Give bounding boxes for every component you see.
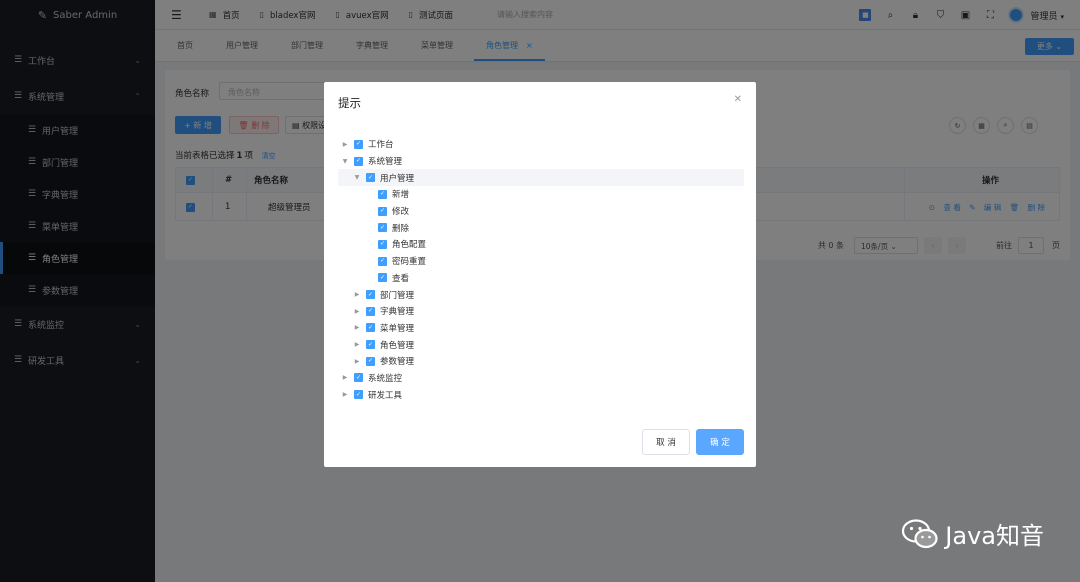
watermark-text: Java知音 [945, 522, 1044, 550]
tree-node-label: 工作台 [368, 140, 394, 151]
caret-right-icon[interactable]: ▶ [352, 341, 362, 348]
permission-tree: ▶ ✓ 工作台 ▼ ✓ 系统管理 ▼ ✓ 用户管理 ▶ ✓ 新增 ▶ ✓ 修改 ▶ ✓ 删除 ▶ ✓ 角色配置 ▶ ✓ 密码重… [338, 136, 744, 403]
tree-node-checkbox[interactable]: ✓ [366, 340, 375, 350]
tree-node-checkbox[interactable]: ✓ [366, 290, 375, 300]
tree-node[interactable]: ▶ ✓ 研发工具 [338, 386, 744, 403]
dialog-footer: 取 消 确 定 [642, 429, 744, 455]
tree-node-label: 角色配置 [392, 240, 427, 251]
confirm-button[interactable]: 确 定 [696, 429, 744, 455]
wechat-icon [902, 518, 938, 548]
tree-node-label: 角色管理 [380, 340, 415, 351]
caret-right-icon[interactable]: ▶ [340, 141, 350, 148]
tree-node-checkbox[interactable]: ✓ [378, 206, 387, 216]
caret-right-icon[interactable]: ▶ [352, 291, 362, 298]
tree-node-label: 用户管理 [380, 173, 415, 184]
tree-node-label: 菜单管理 [380, 323, 415, 334]
dialog-title: 提示 [338, 96, 361, 110]
cancel-button[interactable]: 取 消 [642, 429, 690, 455]
tree-node[interactable]: ▶✓新增 [338, 186, 744, 203]
tree-node[interactable]: ▶ ✓ 角色管理 [338, 336, 744, 353]
tree-node[interactable]: ▶ ✓ 部门管理 [338, 286, 744, 303]
tree-node[interactable]: ▶✓查看 [338, 270, 744, 287]
tree-node[interactable]: ▶✓修改 [338, 203, 744, 220]
tree-node-label: 系统管理 [368, 157, 403, 168]
tree-node[interactable]: ▼ ✓ 系统管理 [338, 153, 744, 170]
tree-node[interactable]: ▼ ✓ 用户管理 [338, 169, 744, 187]
tree-node-label: 研发工具 [368, 390, 403, 401]
tree-node-checkbox[interactable]: ✓ [378, 239, 387, 249]
tree-node[interactable]: ▶✓角色配置 [338, 236, 744, 253]
permission-dialog: 提示 ✕ ▶ ✓ 工作台 ▼ ✓ 系统管理 ▼ ✓ 用户管理 ▶ ✓ 新增 ▶ ✓ 修改 ▶ ✓ 删除 ▶ ✓ 角色配置… [324, 82, 756, 467]
tree-node-label: 修改 [392, 207, 410, 218]
tree-node[interactable]: ▶ ✓ 系统监控 [338, 370, 744, 387]
tree-node[interactable]: ▶✓密码重置 [338, 253, 744, 270]
close-icon[interactable]: ✕ [734, 94, 742, 105]
tree-node-label: 删除 [392, 223, 410, 234]
tree-node-checkbox[interactable]: ✓ [378, 273, 387, 283]
tree-node-checkbox[interactable]: ✓ [366, 173, 375, 183]
tree-node[interactable]: ▶ ✓ 参数管理 [338, 353, 744, 370]
caret-right-icon[interactable]: ▶ [352, 308, 362, 315]
caret-down-icon[interactable]: ▼ [340, 158, 350, 165]
tree-node-checkbox[interactable]: ✓ [354, 373, 363, 383]
caret-down-icon[interactable]: ▼ [352, 174, 362, 181]
tree-node[interactable]: ▶✓删除 [338, 219, 744, 236]
tree-node[interactable]: ▶ ✓ 字典管理 [338, 303, 744, 320]
tree-node[interactable]: ▶ ✓ 工作台 [338, 136, 744, 153]
tree-node-checkbox[interactable]: ✓ [354, 156, 363, 166]
caret-right-icon[interactable]: ▶ [340, 374, 350, 381]
tree-node-label: 系统监控 [368, 373, 403, 384]
watermark: Java知音 [901, 516, 1044, 551]
tree-node-checkbox[interactable]: ✓ [378, 189, 387, 199]
caret-right-icon[interactable]: ▶ [352, 324, 362, 331]
tree-node-label: 密码重置 [392, 257, 427, 268]
tree-node-checkbox[interactable]: ✓ [366, 356, 375, 366]
tree-node-checkbox[interactable]: ✓ [366, 323, 375, 333]
tree-node-label: 新增 [392, 190, 410, 201]
tree-node-label: 字典管理 [380, 307, 415, 318]
tree-node-checkbox[interactable]: ✓ [378, 223, 387, 233]
tree-node[interactable]: ▶ ✓ 菜单管理 [338, 320, 744, 337]
tree-node-label: 部门管理 [380, 290, 415, 301]
tree-node-label: 查看 [392, 273, 410, 284]
tree-node-label: 参数管理 [380, 357, 415, 368]
tree-node-checkbox[interactable]: ✓ [378, 256, 387, 266]
caret-right-icon[interactable]: ▶ [352, 358, 362, 365]
caret-right-icon[interactable]: ▶ [340, 391, 350, 398]
tree-node-checkbox[interactable]: ✓ [366, 306, 375, 316]
tree-node-checkbox[interactable]: ✓ [354, 390, 363, 400]
tree-node-checkbox[interactable]: ✓ [354, 139, 363, 149]
